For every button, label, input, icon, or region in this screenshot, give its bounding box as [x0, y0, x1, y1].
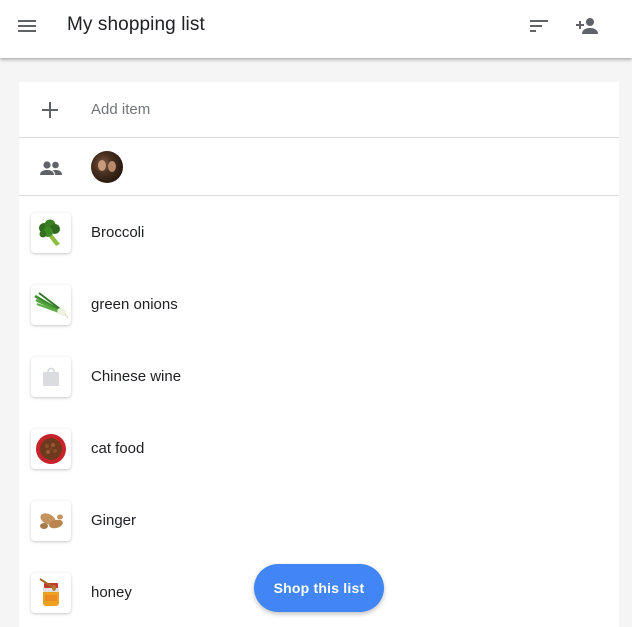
collaborator-avatar[interactable] — [91, 151, 123, 183]
add-item-row[interactable]: Add item — [19, 82, 619, 138]
ginger-image — [31, 501, 71, 541]
list-item-ginger[interactable]: Ginger — [19, 484, 619, 556]
item-label: Chinese wine — [91, 368, 182, 385]
placeholder-bag-icon — [31, 357, 71, 397]
green-onions-image — [31, 285, 71, 325]
shop-this-list-button[interactable]: Shop this list — [254, 564, 384, 612]
app-bar: My shopping list — [0, 0, 632, 58]
list-item-cat-food[interactable]: cat food — [19, 412, 619, 484]
collaborators-row — [19, 139, 619, 196]
person-add-icon — [576, 18, 598, 34]
item-label: Broccoli — [91, 224, 145, 241]
shopping-list-card: Add item Broccoli green onions Chinese w… — [19, 82, 619, 627]
broccoli-image — [31, 213, 71, 253]
item-label: Ginger — [91, 512, 137, 529]
cat-food-bowl-image — [31, 429, 71, 469]
add-item-input[interactable]: Add item — [91, 101, 150, 118]
sort-button[interactable] — [519, 6, 559, 46]
share-list-button[interactable] — [567, 6, 607, 46]
sort-icon — [530, 20, 548, 32]
page-title: My shopping list — [67, 14, 205, 35]
item-label: green onions — [91, 296, 178, 313]
honey-jar-image — [31, 573, 71, 613]
item-list: Broccoli green onions Chinese wine cat f… — [19, 196, 619, 627]
item-label: honey — [91, 584, 132, 601]
list-item-green-onions[interactable]: green onions — [19, 268, 619, 340]
list-item-chinese-wine[interactable]: Chinese wine — [19, 340, 619, 412]
menu-icon — [18, 20, 36, 32]
menu-button[interactable] — [7, 6, 47, 46]
plus-icon — [42, 102, 58, 118]
collaborators-button[interactable] — [31, 148, 71, 188]
people-icon — [40, 161, 62, 175]
item-label: cat food — [91, 440, 145, 457]
add-item-button[interactable] — [30, 90, 70, 130]
list-item-broccoli[interactable]: Broccoli — [19, 196, 619, 268]
